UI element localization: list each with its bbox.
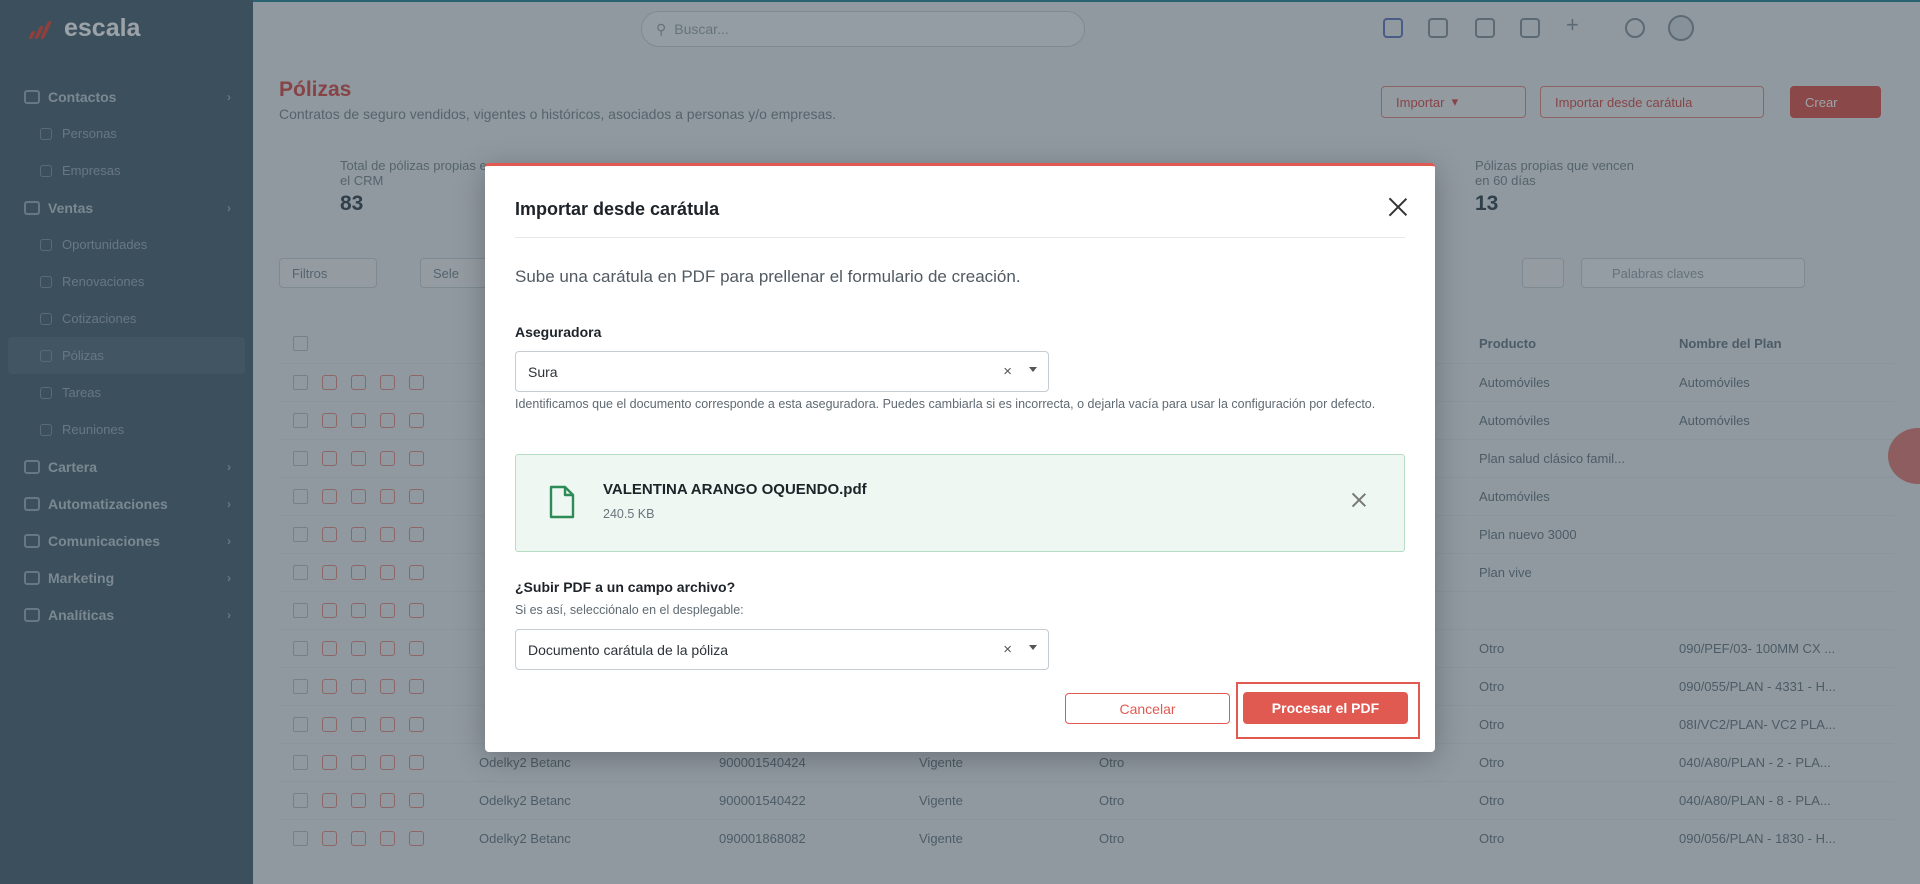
chevron-down-icon[interactable] — [1029, 367, 1037, 372]
close-icon[interactable] — [1387, 196, 1409, 218]
insurer-help-text: Identificamos que el documento correspon… — [515, 397, 1376, 411]
cancel-label: Cancelar — [1119, 700, 1176, 717]
uploaded-file-card: VALENTINA ARANGO OQUENDO.pdf 240.5 KB — [515, 454, 1405, 552]
process-label: Procesar el PDF — [1271, 700, 1380, 716]
chevron-down-icon[interactable] — [1029, 645, 1037, 650]
file-name: VALENTINA ARANGO OQUENDO.pdf — [603, 481, 867, 498]
clear-insurer-icon[interactable]: × — [1003, 363, 1012, 380]
modal-title: Importar desde carátula — [515, 199, 720, 219]
file-size: 240.5 KB — [603, 507, 655, 521]
import-cover-modal: Importar desde carátula Sube una carátul… — [485, 163, 1435, 752]
file-field-select[interactable]: Documento carátula de la póliza × — [515, 629, 1049, 670]
insurer-value: Sura — [528, 363, 558, 380]
clear-file-field-icon[interactable]: × — [1003, 641, 1012, 658]
file-field-value: Documento carátula de la póliza — [528, 641, 729, 658]
modal-divider — [515, 237, 1405, 238]
insurer-select[interactable]: Sura × — [515, 351, 1049, 392]
cancel-button[interactable]: Cancelar — [1065, 693, 1230, 724]
insurer-label: Aseguradora — [515, 324, 602, 340]
remove-file-icon[interactable] — [1352, 493, 1366, 507]
pdf-file-icon — [549, 485, 575, 519]
upload-field-label: ¿Subir PDF a un campo archivo? — [515, 579, 736, 595]
process-pdf-button[interactable]: Procesar el PDF — [1243, 692, 1408, 724]
upload-field-help: Si es así, selecciónalo en el desplegabl… — [515, 603, 744, 617]
modal-intro: Sube una carátula en PDF para prellenar … — [515, 267, 1021, 286]
